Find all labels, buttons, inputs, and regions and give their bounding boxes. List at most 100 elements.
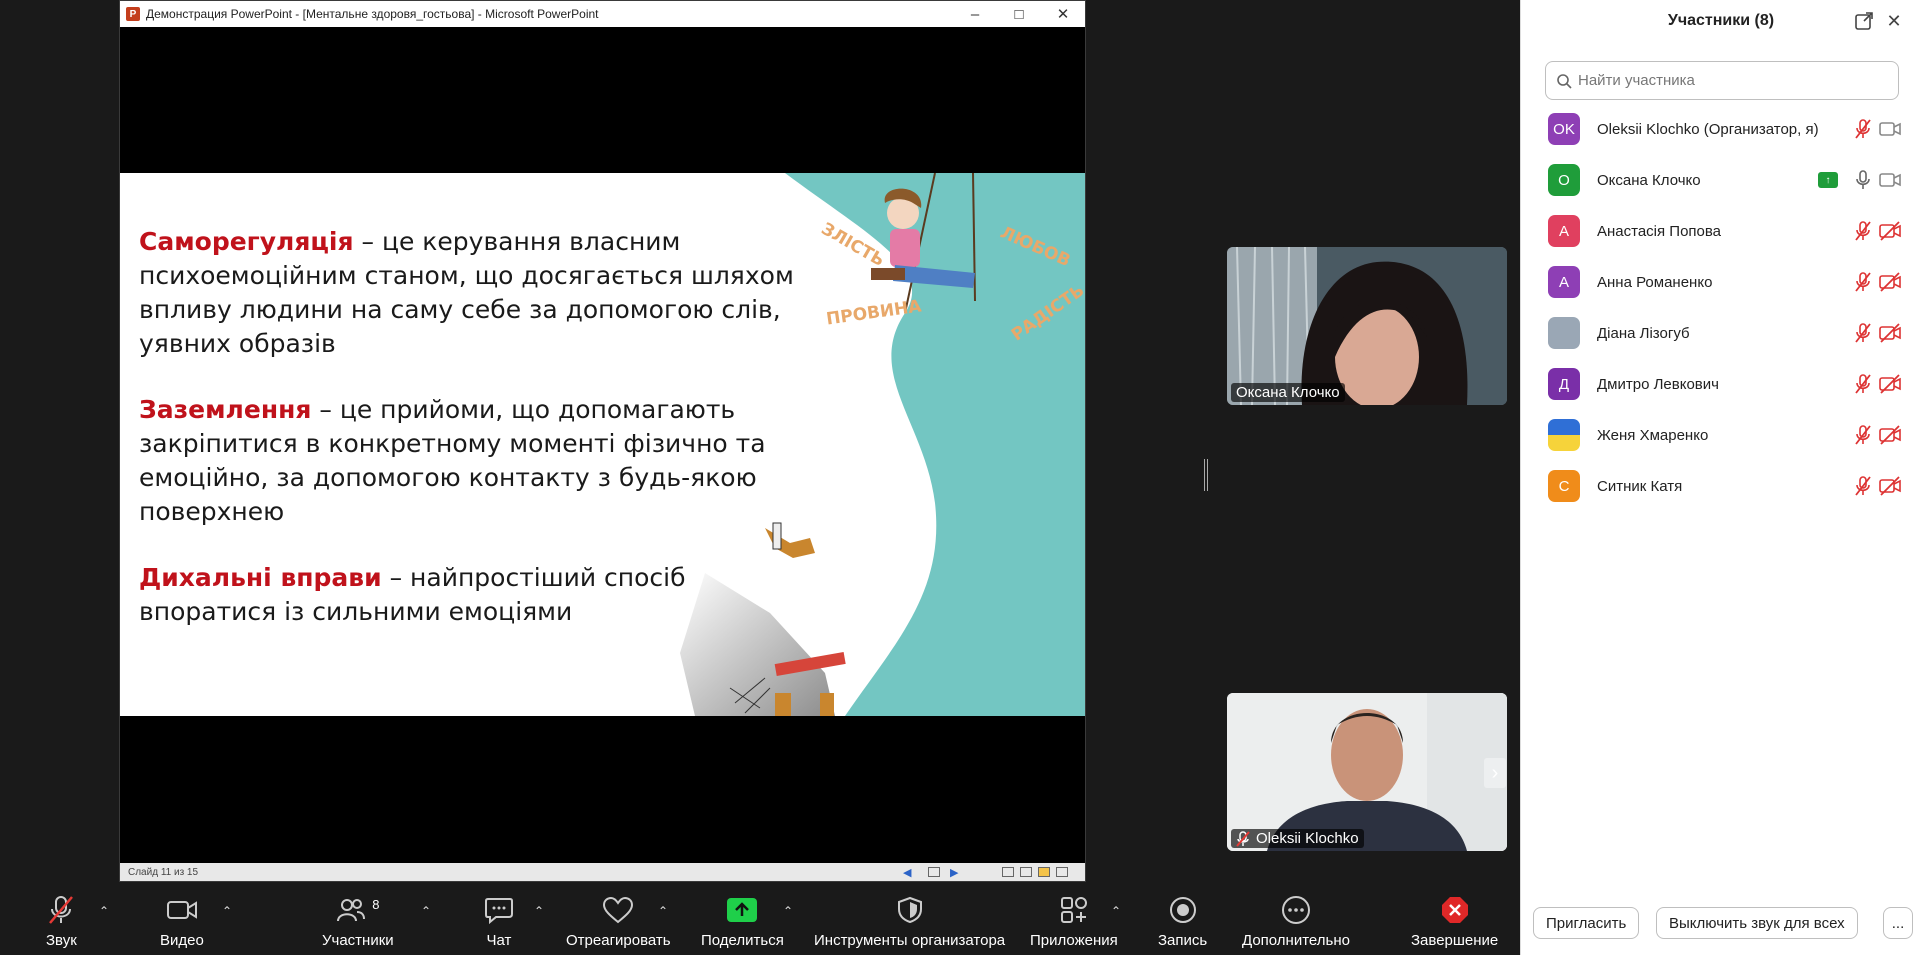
muted-mic-icon[interactable]	[1852, 424, 1874, 446]
video-off-icon[interactable]	[1878, 373, 1902, 395]
participant-name: Дмитро Левкович	[1597, 375, 1719, 393]
share-button[interactable]: Поделиться	[701, 882, 784, 955]
meeting-toolbar: Звук ⌃ Видео ⌃ 8 Участники ⌃ Чат ⌃ Отреа…	[0, 882, 1520, 955]
participant-row[interactable]: Діана Лізогуб	[1521, 308, 1920, 358]
avatar: А	[1548, 266, 1580, 298]
participants-icon	[337, 899, 366, 922]
participant-name: Oleksii Klochko (Организатор, я)	[1597, 120, 1819, 138]
react-options-chevron-icon[interactable]: ⌃	[658, 904, 668, 918]
powerpoint-window: P Демонстрация PowerPoint - [Ментальне з…	[119, 0, 1086, 882]
participant-row[interactable]: О Оксана Клочко ↑	[1521, 155, 1920, 205]
invite-button[interactable]: Пригласить	[1533, 907, 1640, 939]
participants-button[interactable]: 8 Участники	[322, 882, 394, 955]
audio-button[interactable]: Звук	[46, 882, 77, 955]
end-meeting-icon	[1441, 897, 1468, 923]
presentation-slide: ЗЛІСТЬ ЛЮБОВ ПРОВИНА РАДІСТЬ Саморегуляц…	[120, 173, 1085, 716]
avatar: OK	[1548, 113, 1580, 145]
mic-icon[interactable]	[1852, 169, 1874, 191]
chat-icon	[485, 898, 513, 924]
video-camera-icon[interactable]	[1878, 118, 1902, 140]
powerpoint-app-icon: P	[126, 7, 140, 21]
powerpoint-status-bar: Слайд 11 из 15 ◀ ▶	[120, 863, 1085, 881]
slide-paragraph-self-regulation: Саморегуляція – це керування власним пси…	[139, 225, 839, 361]
participant-name: Анастасія Попова	[1597, 222, 1722, 240]
screen-share-area: P Демонстрация PowerPoint - [Ментальне з…	[0, 0, 1520, 882]
participant-name: Женя Хмаренко	[1597, 426, 1709, 444]
participants-panel: Участники (8) ✕ OKOleksii Klochko (Орган…	[1520, 0, 1920, 955]
end-meeting-button[interactable]: Завершение	[1411, 882, 1498, 955]
next-video-page-button[interactable]: ›	[1484, 758, 1506, 788]
chat-options-chevron-icon[interactable]: ⌃	[534, 904, 544, 918]
search-input[interactable]	[1578, 72, 1878, 89]
more-dots-icon	[1281, 896, 1310, 924]
video-off-icon[interactable]	[1878, 220, 1902, 242]
muted-mic-icon	[49, 896, 74, 924]
participant-name: Діана Лізогуб	[1597, 324, 1690, 342]
panel-more-button[interactable]: ...	[1883, 907, 1913, 939]
react-button[interactable]: Отреагировать	[566, 882, 671, 955]
avatar: А	[1548, 215, 1580, 247]
chat-button[interactable]: Чат	[484, 882, 514, 955]
video-camera-icon	[166, 901, 197, 919]
climbing-people-illustration	[680, 522, 846, 716]
muted-mic-icon[interactable]	[1852, 322, 1874, 344]
participant-search-field[interactable]	[1545, 61, 1899, 100]
slide-menu-icon[interactable]	[928, 867, 940, 877]
mute-all-button[interactable]: Выключить звук для всех	[1656, 907, 1858, 939]
apps-options-chevron-icon[interactable]: ⌃	[1111, 904, 1121, 918]
muted-mic-icon[interactable]	[1852, 271, 1874, 293]
participant-row[interactable]: Д Дмитро Левкович	[1521, 359, 1920, 409]
record-button[interactable]: Запись	[1158, 882, 1207, 955]
participant-row[interactable]: С Ситник Катя	[1521, 461, 1920, 511]
video-options-chevron-icon[interactable]: ⌃	[222, 904, 232, 918]
audio-options-chevron-icon[interactable]: ⌃	[99, 904, 109, 918]
prev-slide-icon[interactable]: ◀	[903, 866, 911, 879]
video-button[interactable]: Видео	[160, 882, 204, 955]
search-icon	[1557, 73, 1572, 89]
host-tools-button[interactable]: Инструменты организатора	[814, 882, 1005, 955]
slideshow-icon[interactable]	[1056, 867, 1068, 877]
close-button[interactable]: ✕	[1041, 1, 1085, 27]
apps-button[interactable]: Приложения	[1030, 882, 1118, 955]
participant-name: Оксана Клочко	[1597, 171, 1701, 189]
video-camera-icon[interactable]	[1878, 169, 1902, 191]
shield-icon	[897, 896, 922, 924]
participant-row[interactable]: Женя Хмаренко	[1521, 410, 1920, 460]
video-tile-oksana[interactable]: Оксана Клочко	[1227, 247, 1507, 405]
view-splitter-handle[interactable]	[1204, 459, 1208, 491]
minimize-button[interactable]: –	[953, 1, 997, 27]
participant-row[interactable]: А Анастасія Попова	[1521, 206, 1920, 256]
maximize-button[interactable]: □	[997, 1, 1041, 27]
pop-out-icon[interactable]	[1853, 10, 1875, 32]
reading-view-icon[interactable]	[1038, 867, 1050, 877]
video-off-icon[interactable]	[1878, 271, 1902, 293]
video-feed-oksana	[1227, 247, 1507, 405]
video-tile-oleksii[interactable]: Oleksii Klochko	[1227, 693, 1507, 851]
close-panel-icon[interactable]: ✕	[1883, 10, 1905, 32]
muted-mic-icon[interactable]	[1852, 373, 1874, 395]
term-self-regulation: Саморегуляція	[139, 227, 354, 256]
powerpoint-window-title: Демонстрация PowerPoint - [Ментальне здо…	[146, 7, 599, 21]
participants-options-chevron-icon[interactable]: ⌃	[421, 904, 431, 918]
muted-mic-icon[interactable]	[1852, 118, 1874, 140]
term-breathing: Дихальні вправи	[139, 563, 382, 592]
participants-count: 8	[372, 896, 380, 912]
share-screen-icon	[727, 898, 758, 922]
video-off-icon[interactable]	[1878, 322, 1902, 344]
muted-mic-icon[interactable]	[1852, 475, 1874, 497]
avatar: Д	[1548, 368, 1580, 400]
more-button[interactable]: Дополнительно	[1242, 882, 1350, 955]
share-options-chevron-icon[interactable]: ⌃	[783, 904, 793, 918]
next-slide-icon[interactable]: ▶	[950, 866, 958, 879]
slide-paragraph-breathing: Дихальні вправи – найпростіший спосіб вп…	[139, 561, 719, 629]
participant-row[interactable]: А Анна Романенко	[1521, 257, 1920, 307]
video-off-icon[interactable]	[1878, 424, 1902, 446]
video-off-icon[interactable]	[1878, 475, 1902, 497]
slide-counter: Слайд 11 из 15	[128, 866, 199, 878]
muted-mic-icon[interactable]	[1852, 220, 1874, 242]
participant-row[interactable]: OK Oleksii Klochko (Организатор, я)	[1521, 104, 1920, 154]
normal-view-icon[interactable]	[1002, 867, 1014, 877]
apps-icon	[1060, 897, 1087, 923]
slide-sorter-icon[interactable]	[1020, 867, 1032, 877]
screen-sharing-icon: ↑	[1818, 172, 1838, 188]
